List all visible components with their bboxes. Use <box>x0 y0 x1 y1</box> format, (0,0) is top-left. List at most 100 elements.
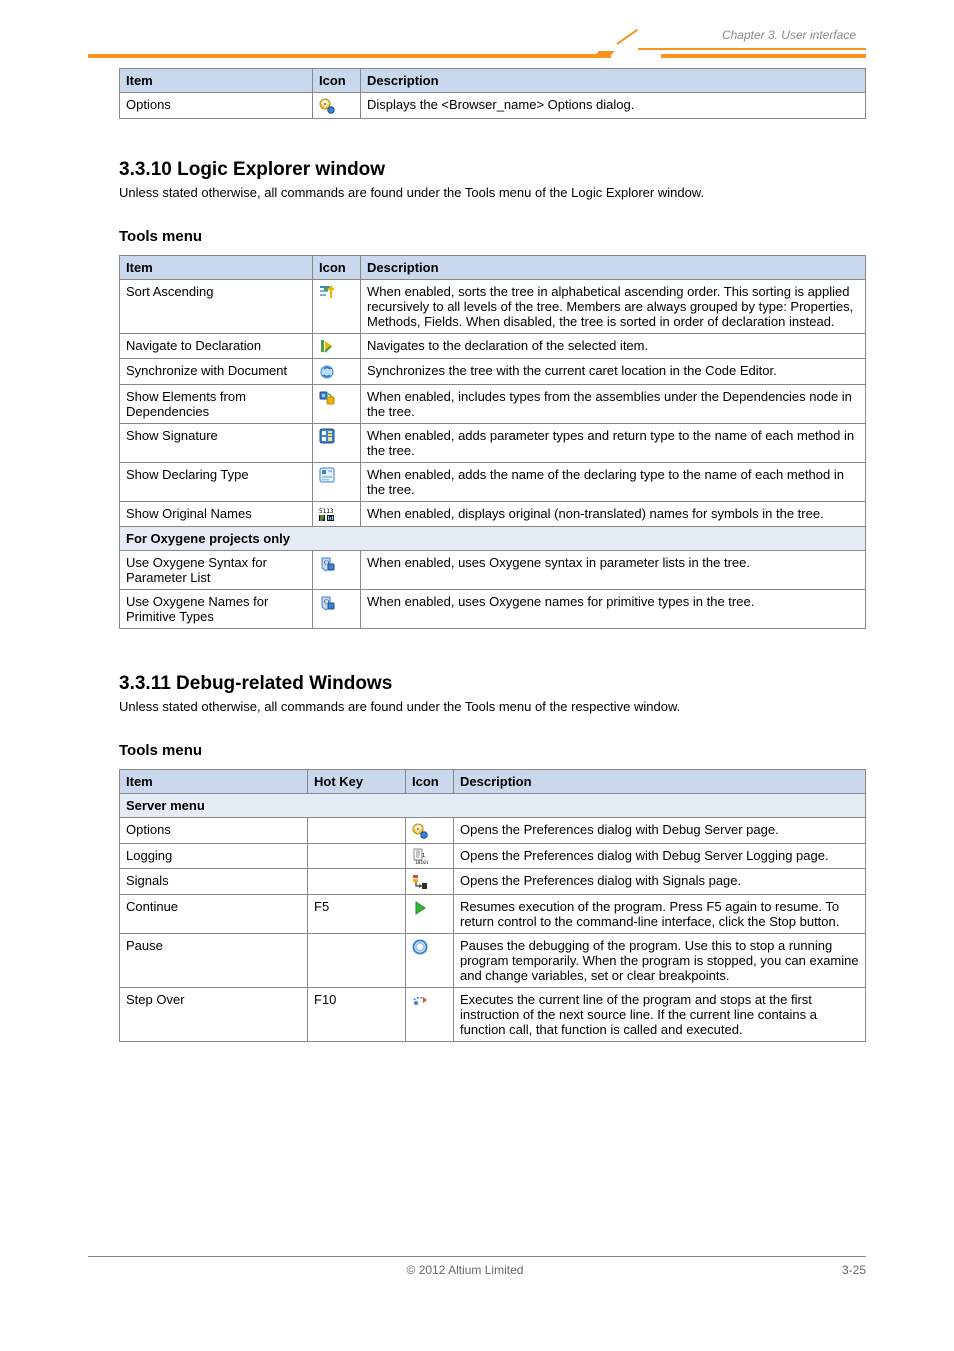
cell-item: Signals <box>120 869 308 895</box>
table-row: Show Elements from Dependencies When enab… <box>120 384 866 423</box>
cell-desc: When enabled, adds parameter types and r… <box>361 423 866 462</box>
page-footer: © 2012 Altium Limited 3-25 <box>88 1256 866 1277</box>
cell-icon: 5113 <box>313 501 361 527</box>
cell-desc: When enabled, uses Oxygene names for pri… <box>361 590 866 629</box>
oxy-prim-icon: O <box>319 594 335 609</box>
logging-icon: 110101 <box>412 848 428 863</box>
cell-icon <box>313 384 361 423</box>
table-logic-explorer: Item Icon Description Sort AscendingWhen… <box>119 255 866 630</box>
step-over-icon <box>412 992 428 1007</box>
signals-icon <box>412 873 428 888</box>
cell-hotkey <box>308 933 406 987</box>
decl-type-icon <box>319 467 335 482</box>
cell-icon: 110101 <box>406 843 454 869</box>
cell-item: Show Elements from Dependencies <box>120 384 313 423</box>
cell-item: Navigate to Declaration <box>120 333 313 359</box>
table-continuation: Item Icon Description OptionsDisplays th… <box>119 68 866 119</box>
th-icon: Icon <box>313 69 361 93</box>
cell-desc: Opens the Preferences dialog with Debug … <box>454 818 866 844</box>
cell-desc: Pauses the debugging of the program. Use… <box>454 933 866 987</box>
cell-desc: Synchronizes the tree with the current c… <box>361 359 866 385</box>
th-hotkey: Hot Key <box>308 770 406 794</box>
cell-desc: Displays the <Browser_name> Options dial… <box>361 93 866 119</box>
deps-icon <box>319 389 335 404</box>
table-debug: Item Hot Key Icon Description Server men… <box>119 769 866 1042</box>
cell-item: Show Signature <box>120 423 313 462</box>
options-icon <box>412 822 428 837</box>
section-title-debug: 3.3.11 Debug-related Windows <box>119 673 866 695</box>
th-item: Item <box>120 69 313 93</box>
group-label: For Oxygene projects only <box>120 527 866 551</box>
cell-icon <box>406 869 454 895</box>
th-desc: Description <box>454 770 866 794</box>
section-title-logic-explorer: 3.3.10 Logic Explorer window <box>119 159 866 181</box>
cell-hotkey <box>308 818 406 844</box>
table-row: PausePauses the debugging of the program… <box>120 933 866 987</box>
continue-icon <box>412 899 428 914</box>
svg-text:1: 1 <box>422 853 425 859</box>
cell-icon <box>406 987 454 1041</box>
cell-item: Use Oxygene Names for Primitive Types <box>120 590 313 629</box>
table-row: Navigate to Declaration Navigates to the … <box>120 333 866 359</box>
table-row: Use Oxygene Names for Primitive Types O Wh… <box>120 590 866 629</box>
table-row: Use Oxygene Syntax for Parameter List O Wh… <box>120 551 866 590</box>
table-row: Signals Opens the Preferences dialog with… <box>120 869 866 895</box>
options-icon <box>319 97 335 112</box>
cell-icon <box>313 359 361 385</box>
table-row: Sort Ascending When enabled, sorts the tr… <box>120 279 866 333</box>
th-desc: Description <box>361 255 866 279</box>
table-row: Show Declaring TypeWhen enabled, adds th… <box>120 462 866 501</box>
cell-desc: When enabled, displays original (non-tra… <box>361 501 866 527</box>
cell-item: Logging <box>120 843 308 869</box>
svg-text:O: O <box>324 559 329 567</box>
table-group-row: For Oxygene projects only <box>120 527 866 551</box>
cell-desc: When enabled, adds the name of the decla… <box>361 462 866 501</box>
cell-icon <box>406 933 454 987</box>
table-row: Options Displays the <Browser_name> Optio… <box>120 93 866 119</box>
orig-icon: 5113 <box>319 506 335 521</box>
cell-desc: When enabled, includes types from the as… <box>361 384 866 423</box>
sig-icon <box>319 428 335 443</box>
header-rule <box>88 52 866 62</box>
cell-desc: Opens the Preferences dialog with Debug … <box>454 843 866 869</box>
table-row: Show Original Names 5113 When enabled, dis… <box>120 501 866 527</box>
cell-item: Use Oxygene Syntax for Parameter List <box>120 551 313 590</box>
table-row: Show Signature When enabled, adds paramet… <box>120 423 866 462</box>
cell-desc: When enabled, uses Oxygene syntax in par… <box>361 551 866 590</box>
cell-icon <box>313 93 361 119</box>
table-row: ContinueF5 Resumes execution of the progr… <box>120 894 866 933</box>
cell-item: Continue <box>120 894 308 933</box>
cell-desc: When enabled, sorts the tree in alphabet… <box>361 279 866 333</box>
cell-hotkey: F5 <box>308 894 406 933</box>
running-header: Chapter 3. User interface <box>722 28 856 42</box>
cell-desc: Resumes execution of the program. Press … <box>454 894 866 933</box>
cell-icon: O <box>313 551 361 590</box>
sort-icon <box>319 284 335 299</box>
footer-center: © 2012 Altium Limited <box>407 1263 524 1277</box>
cell-item: Sort Ascending <box>120 279 313 333</box>
th-icon: Icon <box>406 770 454 794</box>
table-group-row: Server menu <box>120 794 866 818</box>
th-icon: Icon <box>313 255 361 279</box>
cell-item: Step Over <box>120 987 308 1041</box>
svg-text:5113: 5113 <box>319 508 334 515</box>
svg-text:O: O <box>324 598 329 606</box>
pause-icon <box>412 938 428 953</box>
cell-icon <box>313 279 361 333</box>
table-row: Logging 110101 Opens the Preferences dialo… <box>120 843 866 869</box>
cell-item: Options <box>120 93 313 119</box>
cell-item: Synchronize with Document <box>120 359 313 385</box>
cell-desc: Navigates to the declaration of the sele… <box>361 333 866 359</box>
table-row: Options Opens the Preferences dialog with… <box>120 818 866 844</box>
table-row: Synchronize with Document Synchronizes th… <box>120 359 866 385</box>
cell-item: Show Original Names <box>120 501 313 527</box>
cell-desc: Opens the Preferences dialog with Signal… <box>454 869 866 895</box>
footer-page: 3-25 <box>842 1263 866 1277</box>
th-item: Item <box>120 770 308 794</box>
table-row: Step OverF10Executes the current line of… <box>120 987 866 1041</box>
section-h2-tools-2: Tools menu <box>119 742 866 759</box>
group-label: Server menu <box>120 794 866 818</box>
section-h2-tools-1: Tools menu <box>119 228 866 245</box>
cell-icon: O <box>313 590 361 629</box>
cell-item: Options <box>120 818 308 844</box>
